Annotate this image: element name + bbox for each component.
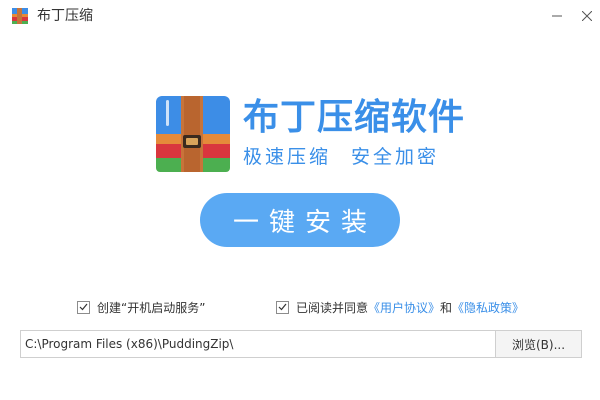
app-icon [12, 8, 28, 24]
agreement-checkbox[interactable] [276, 300, 289, 314]
privacy-policy-link[interactable]: 《隐私政策》 [452, 299, 524, 316]
title-bar: 布丁压缩 [0, 0, 600, 32]
minimize-icon [552, 15, 562, 17]
agreement-prefix: 已阅读并同意 [296, 300, 369, 315]
tagline-security: 安全加密 [351, 146, 440, 168]
window-title: 布丁压缩 [37, 8, 93, 24]
install-button[interactable]: 一键安装 [200, 193, 400, 247]
browse-button[interactable]: 浏览(B)... [495, 331, 581, 357]
suitcase-archive-icon [156, 96, 230, 172]
check-icon [278, 303, 287, 311]
autostart-option: 创建“开机启动服务” [77, 298, 205, 316]
product-name: 布丁压缩软件 [243, 97, 466, 138]
tagline: 极速压缩 安全加密 [243, 145, 439, 169]
check-icon [79, 303, 88, 311]
install-path-input[interactable] [21, 331, 495, 357]
user-agreement-link[interactable]: 《用户协议》 [368, 299, 440, 316]
agreement-option: 已阅读并同意 《用户协议》 和 《隐私政策》 [276, 298, 524, 316]
close-icon [582, 11, 592, 21]
autostart-checkbox[interactable] [77, 300, 90, 314]
autostart-label: 创建“开机启动服务” [97, 300, 206, 315]
install-path-field: 浏览(B)... [20, 330, 582, 358]
tagline-speed: 极速压缩 [243, 146, 332, 168]
close-button[interactable] [564, 0, 600, 32]
agreement-conjunction: 和 [440, 300, 453, 315]
